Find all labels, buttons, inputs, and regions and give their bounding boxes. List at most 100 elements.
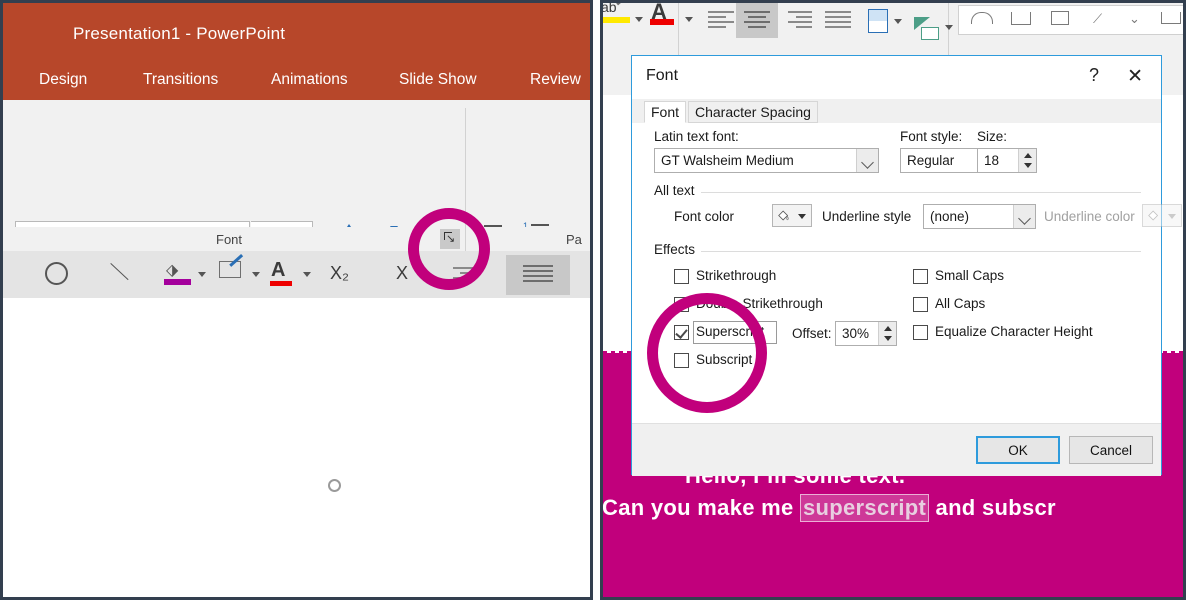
- checkbox-box[interactable]: [913, 269, 928, 284]
- underline-style-value: (none): [930, 209, 970, 224]
- size-label: Size:: [977, 129, 1008, 144]
- font-dialog[interactable]: Font ? ✕ Font Character Spacing Latin te…: [631, 55, 1182, 476]
- latin-font-value: GT Walsheim Medium: [661, 153, 794, 168]
- align-justify-icon[interactable]: [506, 255, 570, 295]
- tab-transitions[interactable]: Transitions: [143, 71, 218, 89]
- chevron-down-icon[interactable]: [198, 272, 206, 277]
- font-group-label: Font: [216, 232, 243, 247]
- screenshot-stage: Presentation1 - PowerPoint Design Transi…: [0, 0, 1186, 600]
- size-spinner[interactable]: 18: [977, 148, 1037, 173]
- tab-animations[interactable]: Animations: [271, 71, 348, 89]
- ribbon-group-labels: Font Pa ↘: [3, 227, 590, 253]
- drawing-toolbar-row: ⬗ A X₂ X: [3, 251, 590, 298]
- font-style-label: Font style:: [900, 129, 963, 144]
- dialog-tab-strip: Font Character Spacing: [632, 99, 1161, 124]
- chevron-down-icon[interactable]: [894, 19, 902, 24]
- align-right-icon[interactable]: [453, 267, 475, 279]
- dialog-footer: OK Cancel: [632, 423, 1161, 476]
- tab-font[interactable]: Font: [644, 101, 687, 123]
- paragraph-group-label: Pa: [566, 232, 582, 247]
- powerpoint-title-bar: Presentation1 - PowerPoint: [3, 3, 590, 63]
- group-divider: [654, 192, 1141, 193]
- paint-bucket-icon: [1148, 210, 1159, 221]
- tab-slide-show[interactable]: Slide Show: [399, 71, 477, 89]
- tab-review[interactable]: Review: [530, 71, 581, 89]
- left-screenshot-panel: Presentation1 - PowerPoint Design Transi…: [0, 0, 593, 600]
- chevron-down-icon: [1168, 214, 1176, 219]
- help-icon[interactable]: ?: [1089, 65, 1099, 86]
- checkbox-label: Subscript: [696, 352, 753, 367]
- ribbon-tab-strip: Design Transitions Animations Slide Show…: [3, 63, 590, 100]
- checkbox-label: Equalize Character Height: [935, 324, 1093, 339]
- checkbox-box[interactable]: [913, 325, 928, 340]
- shape-resize-handle[interactable]: [328, 479, 341, 492]
- offset-spinner-buttons[interactable]: [878, 322, 896, 345]
- dialog-body: Latin text font: Font style: Size: GT Wa…: [632, 123, 1182, 423]
- latin-font-label: Latin text font:: [654, 129, 739, 144]
- right-screenshot-panel: ab A ⟋ ⌄ Can you make me superscript and…: [600, 0, 1186, 600]
- chevron-down-icon[interactable]: [856, 149, 878, 172]
- justify-icon[interactable]: [825, 11, 851, 28]
- spinner-up-icon[interactable]: [1024, 153, 1032, 158]
- offset-value: 30%: [842, 326, 870, 341]
- chevron-down-icon: [798, 214, 806, 219]
- checkbox-box[interactable]: [913, 297, 928, 312]
- align-left-icon[interactable]: [708, 11, 734, 28]
- chevron-down-icon[interactable]: [252, 272, 260, 277]
- size-spinner-buttons[interactable]: [1018, 149, 1036, 172]
- spinner-up-icon[interactable]: [884, 326, 892, 331]
- checkbox-label: Strikethrough: [696, 268, 777, 283]
- font-style-value: Regular: [907, 153, 955, 168]
- tab-character-spacing[interactable]: Character Spacing: [688, 101, 818, 123]
- subscript-button[interactable]: X₂: [330, 263, 349, 284]
- chevron-down-icon[interactable]: [1013, 205, 1035, 228]
- chevron-down-icon[interactable]: [303, 272, 311, 277]
- font-color-picker[interactable]: [772, 204, 812, 227]
- underline-style-combo[interactable]: (none): [923, 204, 1036, 229]
- latin-font-combo[interactable]: GT Walsheim Medium: [654, 148, 879, 173]
- chevron-down-icon[interactable]: [685, 17, 693, 22]
- slide-text-suffix: and subscr: [929, 495, 1056, 520]
- ribbon-divider: [465, 108, 466, 228]
- shapes-gallery[interactable]: ⟋ ⌄: [958, 5, 1183, 35]
- close-icon[interactable]: ✕: [1127, 65, 1143, 88]
- checkbox-box[interactable]: [674, 269, 689, 284]
- ribbon-body: GT Walsheim Medium 18 A A A: [3, 100, 590, 306]
- checkbox-label: Small Caps: [935, 268, 1005, 283]
- font-color-label: Font color: [674, 209, 735, 224]
- slide-canvas[interactable]: [3, 298, 590, 597]
- superscript-button[interactable]: X: [396, 263, 408, 284]
- align-center-icon[interactable]: [736, 3, 778, 38]
- group-divider: [654, 251, 1141, 252]
- font-dialog-launcher-button[interactable]: ↘: [440, 229, 460, 249]
- ok-button[interactable]: OK: [976, 436, 1060, 464]
- spinner-down-icon[interactable]: [884, 336, 892, 341]
- oval-shape-icon[interactable]: [45, 262, 68, 285]
- slide-text-line-2[interactable]: Can you make me superscript and subscr: [602, 494, 1056, 522]
- dialog-title-bar: Font ? ✕: [632, 56, 1161, 99]
- chevron-down-icon[interactable]: [635, 17, 643, 22]
- checkbox-box[interactable]: [674, 353, 689, 368]
- all-text-group-label: All text: [654, 183, 701, 198]
- offset-spinner[interactable]: 30%: [835, 321, 897, 346]
- paint-bucket-icon: [778, 210, 789, 221]
- align-right-icon[interactable]: [788, 11, 812, 28]
- checkbox-box[interactable]: [674, 297, 689, 312]
- chevron-down-icon[interactable]: [945, 25, 953, 30]
- slide-text-prefix: Can you make me: [602, 495, 800, 520]
- columns-icon[interactable]: [868, 9, 888, 33]
- spinner-down-icon[interactable]: [1024, 163, 1032, 168]
- size-value: 18: [984, 153, 1000, 168]
- checkbox-box[interactable]: [674, 325, 689, 340]
- selected-word[interactable]: superscript: [800, 494, 930, 522]
- checkbox-label: Superscript: [696, 324, 765, 339]
- check-icon: [675, 326, 688, 339]
- line-shape-icon[interactable]: [110, 263, 129, 281]
- tab-design[interactable]: Design: [39, 71, 87, 89]
- offset-label: Offset:: [792, 326, 832, 341]
- cancel-button[interactable]: Cancel: [1069, 436, 1153, 464]
- group-divider: [465, 227, 466, 253]
- checkbox-label: Double Strikethrough: [696, 296, 823, 311]
- checkbox-label: All Caps: [935, 296, 986, 311]
- dialog-title: Font: [646, 67, 679, 84]
